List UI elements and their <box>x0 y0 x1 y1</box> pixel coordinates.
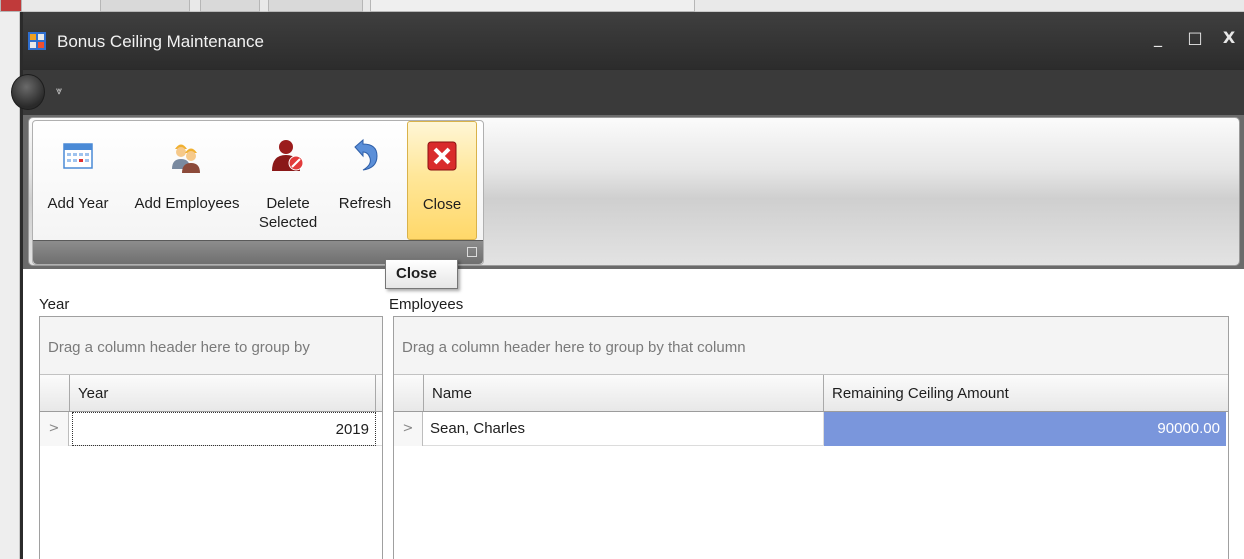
delete-user-icon <box>272 140 304 171</box>
close-window-button[interactable]: X <box>1218 28 1240 47</box>
employees-panel-label: Employees <box>389 296 464 313</box>
group-by-area[interactable]: Drag a column header here to group by <box>40 317 382 374</box>
delete-selected-button[interactable]: Delete Selected <box>253 121 323 240</box>
title-bar: Bonus Ceiling Maintenance _ □ X <box>23 12 1244 69</box>
name-cell[interactable]: Sean, Charles <box>424 412 824 446</box>
window-title: Bonus Ceiling Maintenance <box>57 32 264 51</box>
group-by-area[interactable]: Drag a column header here to group by th… <box>394 317 1228 374</box>
row-indicator-icon: > <box>394 412 423 446</box>
close-label: Close <box>422 196 462 213</box>
add-year-button[interactable]: Add Year <box>35 121 121 240</box>
employees-grid-header: Name Remaining Ceiling Amount <box>394 375 1228 412</box>
background-toolbar-chip <box>200 0 260 12</box>
column-header-year[interactable]: Year <box>70 375 376 411</box>
add-employees-label: Add Employees <box>134 195 240 212</box>
employees-grid: Drag a column header here to group by th… <box>393 316 1229 559</box>
maximize-button[interactable]: □ <box>1184 28 1206 47</box>
employees-grid-body: Name Remaining Ceiling Amount > Sean, Ch… <box>394 374 1228 559</box>
year-panel-label: Year <box>39 296 70 313</box>
close-tooltip: Close <box>385 259 458 289</box>
refresh-button[interactable]: Refresh <box>325 121 405 240</box>
background-app-toolbar <box>0 0 1244 12</box>
year-grid-body: Year > 2019 <box>40 374 382 559</box>
add-employees-button[interactable]: Add Employees <box>123 121 251 240</box>
remaining-ceiling-cell[interactable]: 90000.00 <box>824 412 1226 446</box>
background-toolbar-chip <box>370 0 695 12</box>
employees-icon <box>172 144 200 173</box>
ribbon-page: Add Year Add Employees Delete Selected R… <box>28 117 1240 266</box>
year-grid: Drag a column header here to group by Ye… <box>39 316 383 559</box>
year-cell[interactable]: 2019 <box>72 412 376 446</box>
quick-access-toolbar: ⩔ <box>11 69 1244 115</box>
table-row[interactable]: > 2019 <box>40 412 382 446</box>
row-indicator-header <box>40 375 70 411</box>
calendar-icon <box>63 143 93 169</box>
app-icon <box>28 32 46 50</box>
delete-selected-label: Delete Selected <box>258 195 318 231</box>
ribbon-group: Add Year Add Employees Delete Selected R… <box>32 120 484 265</box>
background-app-icon <box>0 0 22 12</box>
column-header-name[interactable]: Name <box>424 375 824 411</box>
close-icon <box>427 141 457 171</box>
bonus-ceiling-window: Bonus Ceiling Maintenance _ □ X ⩔ Add Ye… <box>11 12 1244 559</box>
row-indicator-icon: > <box>40 412 69 446</box>
ribbon: Add Year Add Employees Delete Selected R… <box>23 115 1244 269</box>
table-row[interactable]: > Sean, Charles 90000.00 <box>394 412 1226 446</box>
refresh-icon <box>354 138 378 171</box>
background-toolbar-chip <box>100 0 190 12</box>
customize-toolbar-icon[interactable]: ⩔ <box>56 84 62 98</box>
application-menu-button[interactable] <box>11 74 45 110</box>
add-year-label: Add Year <box>47 195 109 212</box>
dialog-launcher-icon[interactable] <box>467 247 477 257</box>
year-grid-header: Year <box>40 375 382 412</box>
refresh-label: Refresh <box>338 195 392 212</box>
column-header-remaining-ceiling[interactable]: Remaining Ceiling Amount <box>824 375 1226 411</box>
background-toolbar-chip <box>268 0 363 12</box>
close-button[interactable]: Close <box>407 121 477 240</box>
minimize-button[interactable]: _ <box>1147 28 1169 47</box>
row-indicator-header <box>394 375 424 411</box>
